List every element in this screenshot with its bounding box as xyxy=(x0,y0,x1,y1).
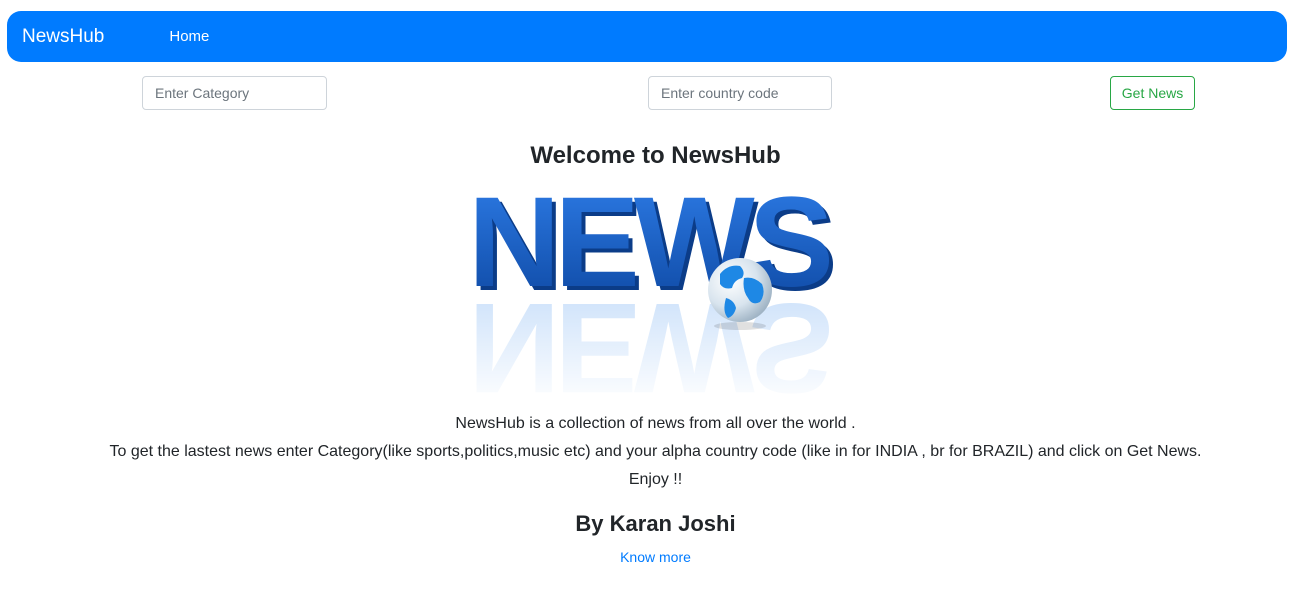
country-code-input[interactable] xyxy=(648,76,832,110)
get-news-button[interactable]: Get News xyxy=(1110,76,1195,110)
search-form: Get News xyxy=(0,76,1311,110)
brand-link[interactable]: NewsHub xyxy=(22,26,104,48)
author-heading: By Karan Joshi xyxy=(575,511,736,536)
description-line: Enjoy !! xyxy=(628,471,683,488)
description-line: To get the lastest news enter Category(l… xyxy=(109,443,1202,460)
news-logo-image: NEWS NEWS NEWS xyxy=(458,182,838,407)
category-input[interactable] xyxy=(142,76,327,110)
description-line: NewsHub is a collection of news from all… xyxy=(455,415,856,432)
navbar: NewsHub Home xyxy=(7,11,1287,62)
know-more-container: Know more xyxy=(0,549,1311,565)
nav-home-link[interactable]: Home xyxy=(169,28,209,45)
welcome-title: Welcome to NewsHub xyxy=(530,142,781,169)
know-more-link[interactable]: Know more xyxy=(620,549,691,565)
